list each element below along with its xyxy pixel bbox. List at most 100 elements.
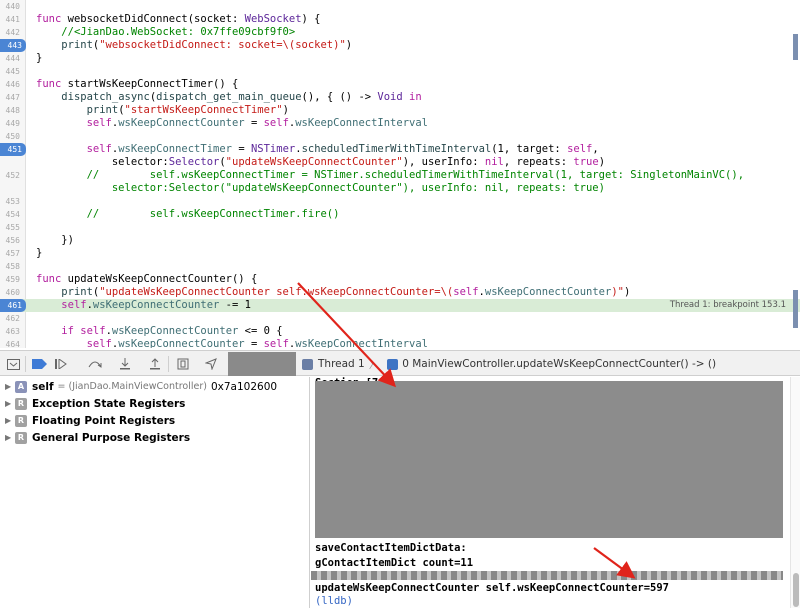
- code-line[interactable]: 449 self.wsKeepConnectCounter = self.wsK…: [0, 117, 800, 130]
- code-text[interactable]: }: [36, 247, 42, 260]
- line-number[interactable]: 457: [0, 247, 24, 260]
- code-text[interactable]: print("websocketDidConnect: socket=\(soc…: [36, 39, 352, 52]
- code-line[interactable]: 459 func updateWsKeepConnectCounter() {: [0, 273, 800, 286]
- code-line[interactable]: 447 dispatch_async(dispatch_get_main_que…: [0, 91, 800, 104]
- step-over-icon[interactable]: [86, 355, 104, 373]
- chevron-right-icon: 〉: [368, 358, 380, 371]
- code-line[interactable]: selector:Selector("updateWsKeepConnectCo…: [0, 182, 800, 195]
- current-code-line[interactable]: 461 self.wsKeepConnectCounter -= 1 Thread…: [0, 299, 800, 312]
- code-line[interactable]: 458: [0, 260, 800, 273]
- line-number[interactable]: 462: [0, 312, 24, 325]
- code-text[interactable]: self.wsKeepConnectTimer = NSTimer.schedu…: [36, 143, 599, 156]
- line-number[interactable]: 456: [0, 234, 24, 247]
- line-number[interactable]: 454: [0, 208, 24, 221]
- line-number[interactable]: 441: [0, 13, 24, 26]
- code-text[interactable]: // self.wsKeepConnectTimer.fire(): [36, 208, 340, 221]
- debug-breadcrumb[interactable]: Thread 1 〉 0 MainViewController.updateWs…: [302, 351, 716, 377]
- code-line[interactable]: 444}: [0, 52, 800, 65]
- code-line[interactable]: 455: [0, 221, 800, 234]
- line-number[interactable]: 452: [0, 169, 24, 182]
- simulate-location-icon[interactable]: [202, 355, 220, 373]
- disclosure-triangle-icon[interactable]: ▶: [5, 399, 15, 408]
- hide-debug-area-icon[interactable]: [4, 355, 22, 373]
- console-scrollbar[interactable]: [790, 377, 800, 608]
- code-text[interactable]: self.wsKeepConnectCounter -= 1: [36, 299, 251, 312]
- code-editor[interactable]: 440 441 func websocketDidConnect(socket: W…: [0, 0, 800, 348]
- line-number[interactable]: 455: [0, 221, 24, 234]
- disclosure-triangle-icon[interactable]: ▶: [5, 416, 15, 425]
- code-text[interactable]: func websocketDidConnect(socket: WebSock…: [36, 13, 321, 26]
- code-text[interactable]: if self.wsKeepConnectCounter <= 0 {: [36, 325, 282, 338]
- code-line[interactable]: 448 print("startWsKeepConnectTimer"): [0, 104, 800, 117]
- debug-console[interactable]: Section [7]: saveContactItemDictData: gC…: [311, 377, 788, 608]
- code-text[interactable]: //<JianDao.WebSocket: 0x7ffe09cbf9f0>: [36, 26, 295, 39]
- variable-row-floating-point-registers[interactable]: ▶ R Floating Point Registers: [0, 412, 310, 429]
- scroll-thumb[interactable]: [793, 573, 799, 607]
- code-text[interactable]: selector:Selector("updateWsKeepConnectCo…: [36, 182, 605, 195]
- code-text[interactable]: // self.wsKeepConnectTimer = NSTimer.sch…: [36, 169, 744, 182]
- disclosure-triangle-icon[interactable]: ▶: [5, 382, 15, 391]
- register-r-icon: R: [15, 397, 27, 410]
- code-text[interactable]: selector:Selector("updateWsKeepConnectCo…: [36, 156, 605, 169]
- code-text[interactable]: print("startWsKeepConnectTimer"): [36, 104, 289, 117]
- code-text[interactable]: self.wsKeepConnectCounter = self.wsKeepC…: [36, 117, 428, 130]
- view-debugger-icon[interactable]: [174, 355, 192, 373]
- line-number[interactable]: 449: [0, 117, 24, 130]
- code-line[interactable]: 440: [0, 0, 800, 13]
- code-text[interactable]: func startWsKeepConnectTimer() {: [36, 78, 238, 91]
- line-number[interactable]: 445: [0, 65, 24, 78]
- code-line[interactable]: 457}: [0, 247, 800, 260]
- code-text[interactable]: dispatch_async(dispatch_get_main_queue()…: [36, 91, 421, 104]
- code-line[interactable]: 443 print("websocketDidConnect: socket=\…: [0, 39, 800, 52]
- breakpoint-marker[interactable]: 443: [0, 39, 26, 52]
- line-number[interactable]: 442: [0, 26, 24, 39]
- code-line[interactable]: 452 // self.wsKeepConnectTimer = NSTimer…: [0, 169, 800, 182]
- line-number[interactable]: 450: [0, 130, 24, 143]
- variable-row-exception-registers[interactable]: ▶ R Exception State Registers: [0, 395, 310, 412]
- code-line[interactable]: 446 func startWsKeepConnectTimer() {: [0, 78, 800, 91]
- breakpoint-marker[interactable]: 461: [0, 299, 26, 312]
- frame-label[interactable]: 0 MainViewController.updateWsKeepConnect…: [402, 358, 716, 370]
- line-number[interactable]: 440: [0, 0, 24, 13]
- code-line[interactable]: 442 //<JianDao.WebSocket: 0x7ffe09cbf9f0…: [0, 26, 800, 39]
- code-line[interactable]: 454 // self.wsKeepConnectTimer.fire(): [0, 208, 800, 221]
- line-number[interactable]: 463: [0, 325, 24, 338]
- line-number[interactable]: 448: [0, 104, 24, 117]
- code-line[interactable]: 453: [0, 195, 800, 208]
- variable-row-self[interactable]: ▶ A self = (JianDao.MainViewController) …: [0, 378, 310, 395]
- code-line[interactable]: 450: [0, 130, 800, 143]
- line-number[interactable]: 460: [0, 286, 24, 299]
- line-number[interactable]: 447: [0, 91, 24, 104]
- step-out-icon[interactable]: [146, 355, 164, 373]
- variable-name: Floating Point Registers: [32, 414, 176, 427]
- breakpoint-marker[interactable]: 451: [0, 143, 26, 156]
- code-text[interactable]: }: [36, 52, 42, 65]
- breakpoint-badge: Thread 1: breakpoint 153.1: [669, 300, 786, 310]
- step-into-icon[interactable]: [116, 355, 134, 373]
- code-line[interactable]: 464 self.wsKeepConnectCounter = self.wsK…: [0, 338, 800, 348]
- code-text[interactable]: self.wsKeepConnectCounter = self.wsKeepC…: [36, 338, 428, 348]
- line-number[interactable]: 459: [0, 273, 24, 286]
- lldb-prompt[interactable]: (lldb): [315, 595, 353, 608]
- line-number[interactable]: 444: [0, 52, 24, 65]
- code-line[interactable]: 460 print("updateWsKeepConnectCounter se…: [0, 286, 800, 299]
- code-text[interactable]: func updateWsKeepConnectCounter() {: [36, 273, 257, 286]
- code-text[interactable]: }): [36, 234, 74, 247]
- code-line[interactable]: 456 }): [0, 234, 800, 247]
- code-line[interactable]: 462: [0, 312, 800, 325]
- code-line[interactable]: 441 func websocketDidConnect(socket: WebS…: [0, 13, 800, 26]
- line-number[interactable]: 458: [0, 260, 24, 273]
- breakpoints-toggle-icon[interactable]: [30, 355, 48, 373]
- line-number[interactable]: 464: [0, 338, 24, 348]
- code-text[interactable]: print("updateWsKeepConnectCounter self.w…: [36, 286, 630, 299]
- code-line[interactable]: 463 if self.wsKeepConnectCounter <= 0 {: [0, 325, 800, 338]
- line-number[interactable]: 446: [0, 78, 24, 91]
- code-line[interactable]: 451 self.wsKeepConnectTimer = NSTimer.sc…: [0, 143, 800, 156]
- variable-row-general-purpose-registers[interactable]: ▶ R General Purpose Registers: [0, 429, 310, 446]
- continue-icon[interactable]: [52, 355, 70, 373]
- code-line[interactable]: selector:Selector("updateWsKeepConnectCo…: [0, 156, 800, 169]
- disclosure-triangle-icon[interactable]: ▶: [5, 433, 15, 442]
- line-number[interactable]: 453: [0, 195, 24, 208]
- thread-label[interactable]: Thread 1: [318, 358, 365, 370]
- code-line[interactable]: 445: [0, 65, 800, 78]
